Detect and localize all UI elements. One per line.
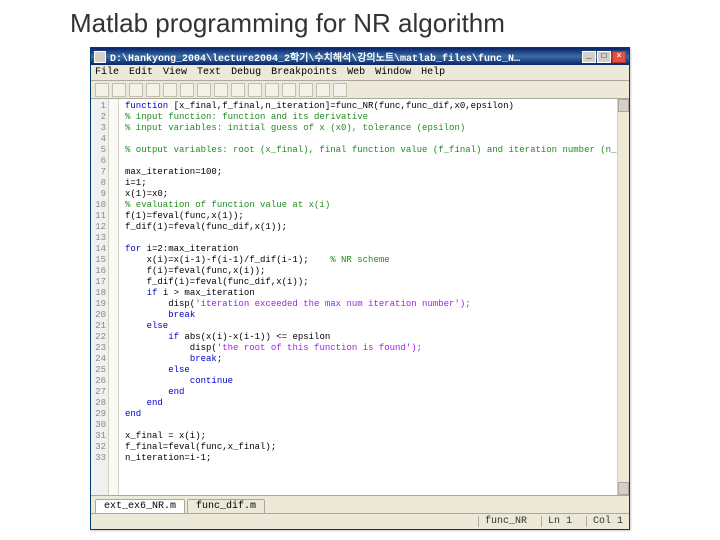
cut-icon[interactable] bbox=[163, 83, 177, 97]
vertical-scrollbar[interactable] bbox=[617, 99, 629, 495]
breakpoint-icon[interactable] bbox=[265, 83, 279, 97]
titlebar[interactable]: D:\Hankyong_2004\lecture2004_2학기\수치해석\강의… bbox=[91, 48, 629, 65]
redo-icon[interactable] bbox=[231, 83, 245, 97]
status-col: Col 1 bbox=[586, 516, 623, 527]
window-title: D:\Hankyong_2004\lecture2004_2학기\수치해석\강의… bbox=[110, 49, 582, 65]
status-line: Ln 1 bbox=[541, 516, 572, 527]
undo-icon[interactable] bbox=[214, 83, 228, 97]
menu-file[interactable]: File bbox=[95, 67, 119, 78]
line-number-gutter: 1 2 3 4 5 6 7 8 9 10 11 12 13 14 15 16 1… bbox=[91, 99, 109, 495]
minimize-button[interactable]: _ bbox=[582, 51, 596, 63]
statusbar: func_NR Ln 1 Col 1 bbox=[91, 513, 629, 529]
open-icon[interactable] bbox=[112, 83, 126, 97]
slide-title: Matlab programming for NR algorithm bbox=[0, 0, 720, 43]
menu-edit[interactable]: Edit bbox=[129, 67, 153, 78]
new-icon[interactable] bbox=[95, 83, 109, 97]
menu-help[interactable]: Help bbox=[421, 67, 445, 78]
tab-active[interactable]: ext_ex6_NR.m bbox=[95, 499, 185, 513]
toolbar bbox=[91, 81, 629, 99]
menu-breakpoints[interactable]: Breakpoints bbox=[271, 67, 337, 78]
menu-view[interactable]: View bbox=[163, 67, 187, 78]
close-button[interactable]: × bbox=[612, 51, 626, 63]
print-icon[interactable] bbox=[146, 83, 160, 97]
app-icon bbox=[94, 51, 106, 63]
menu-window[interactable]: Window bbox=[375, 67, 411, 78]
code-pane[interactable]: function [x_final,f_final,n_iteration]=f… bbox=[119, 99, 617, 495]
menubar: File Edit View Text Debug Breakpoints We… bbox=[91, 65, 629, 81]
step-icon[interactable] bbox=[282, 83, 296, 97]
menu-text[interactable]: Text bbox=[197, 67, 221, 78]
stop-icon[interactable] bbox=[333, 83, 347, 97]
file-tab-strip: ext_ex6_NR.m func_dif.m bbox=[91, 495, 629, 513]
copy-icon[interactable] bbox=[180, 83, 194, 97]
tab-inactive[interactable]: func_dif.m bbox=[187, 499, 265, 513]
paste-icon[interactable] bbox=[197, 83, 211, 97]
status-function: func_NR bbox=[478, 516, 527, 527]
maximize-button[interactable]: □ bbox=[597, 51, 611, 63]
step-out-icon[interactable] bbox=[316, 83, 330, 97]
menu-web[interactable]: Web bbox=[347, 67, 365, 78]
run-icon[interactable] bbox=[248, 83, 262, 97]
step-in-icon[interactable] bbox=[299, 83, 313, 97]
save-icon[interactable] bbox=[129, 83, 143, 97]
menu-debug[interactable]: Debug bbox=[231, 67, 261, 78]
breakpoint-gutter[interactable] bbox=[109, 99, 119, 495]
editor-area: 1 2 3 4 5 6 7 8 9 10 11 12 13 14 15 16 1… bbox=[91, 99, 629, 495]
matlab-editor-window: D:\Hankyong_2004\lecture2004_2학기\수치해석\강의… bbox=[90, 47, 630, 530]
